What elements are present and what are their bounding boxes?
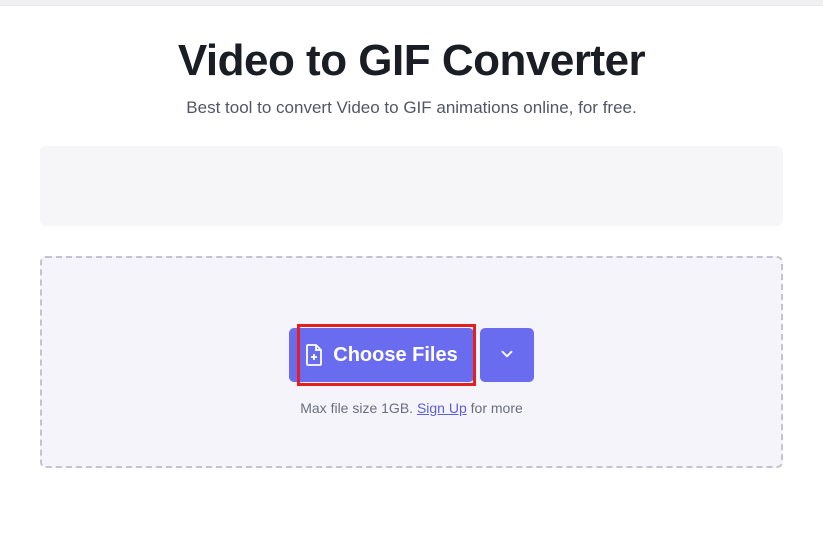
chevron-down-icon [498,345,516,366]
upload-button-row: Choose Files [289,328,533,382]
info-prefix: Max file size 1GB. [300,400,417,416]
page-title: Video to GIF Converter [20,36,803,86]
signup-link[interactable]: Sign Up [417,400,467,416]
ad-placeholder [40,146,783,226]
page-subtitle: Best tool to convert Video to GIF animat… [20,98,803,118]
upload-source-dropdown[interactable] [480,328,534,382]
file-add-icon [305,344,323,366]
file-size-info: Max file size 1GB. Sign Up for more [300,400,523,416]
file-dropzone[interactable]: Choose Files Max file size 1GB. Sign Up … [40,256,783,468]
choose-files-label: Choose Files [333,344,457,367]
info-suffix: for more [467,400,523,416]
main-container: Video to GIF Converter Best tool to conv… [0,6,823,468]
choose-files-button[interactable]: Choose Files [289,328,473,382]
